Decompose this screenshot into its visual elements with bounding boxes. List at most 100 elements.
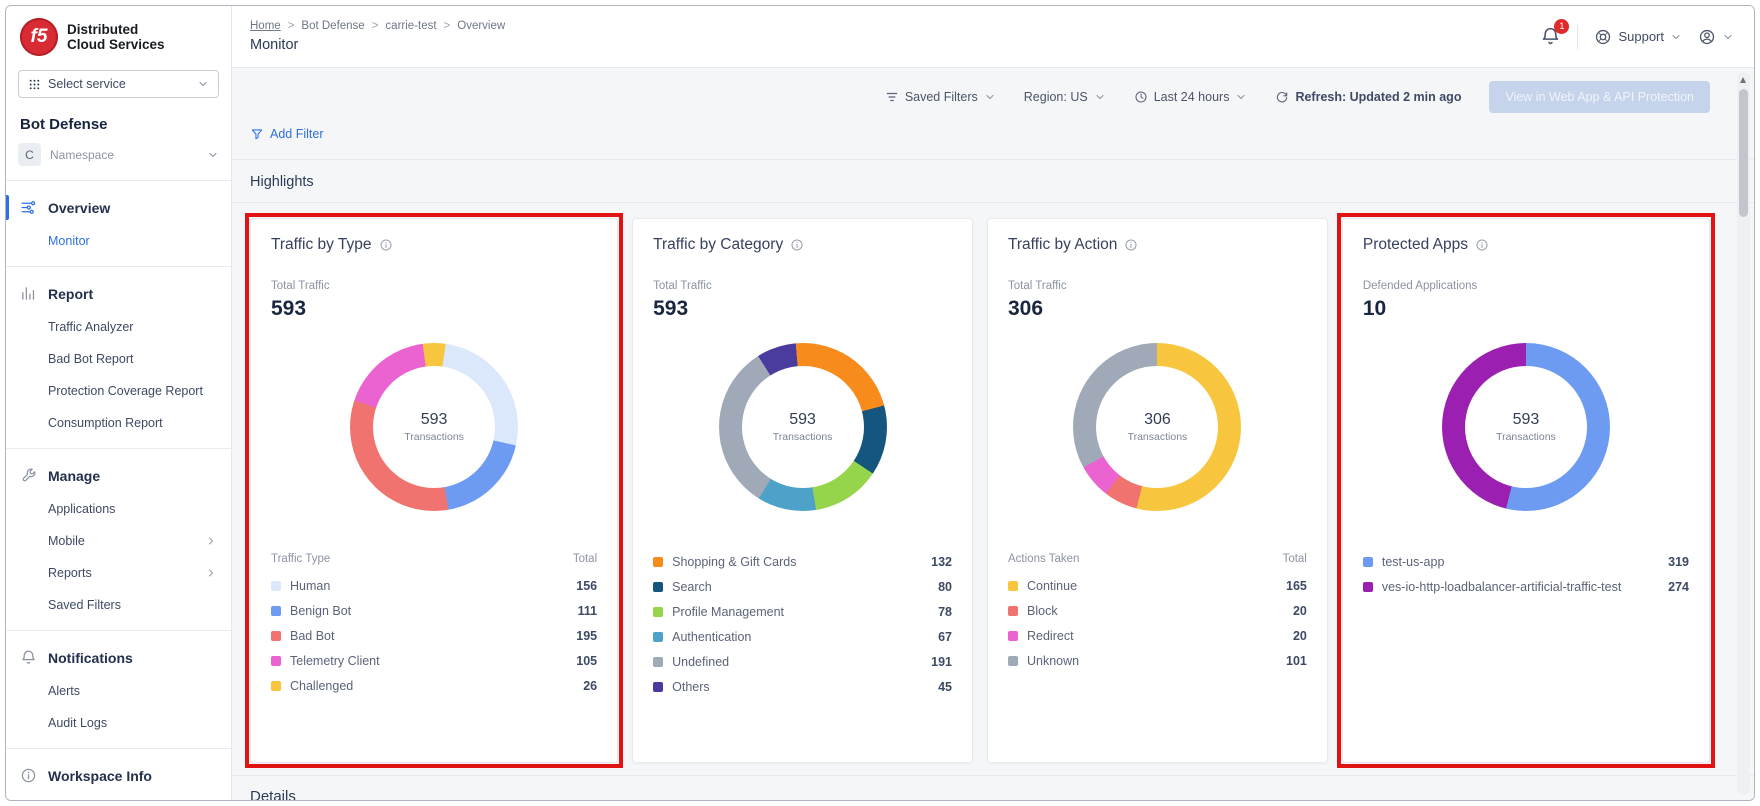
legend-label: Others	[672, 680, 929, 694]
account-menu[interactable]	[1698, 28, 1734, 46]
scrollbar-thumb[interactable]	[1739, 89, 1748, 217]
info-icon[interactable]	[1124, 238, 1138, 252]
legend-swatch	[1363, 582, 1373, 592]
legend-value: 111	[578, 604, 597, 618]
card-stat: Total Traffic 593	[653, 280, 952, 321]
sidebar-item-report[interactable]: Report	[6, 276, 231, 311]
brand-name: Distributed Cloud Services	[67, 22, 165, 52]
refresh-label: Refresh: Updated 2 min ago	[1295, 90, 1461, 104]
highlights-cards: Traffic by Type Total Traffic 593 593 Tr…	[232, 203, 1754, 775]
vertical-scrollbar[interactable]	[1737, 72, 1750, 795]
sidebar-item-manage[interactable]: Manage	[6, 458, 231, 493]
sidebar-item-consumption-report[interactable]: Consumption Report	[6, 407, 231, 439]
donut-chart[interactable]: 306 Transactions	[1073, 343, 1241, 511]
legend-item[interactable]: Search80	[653, 574, 952, 599]
legend-header-right: Total	[1283, 553, 1307, 565]
sidebar-item-label: Saved Filters	[48, 597, 121, 613]
legend-label: ves-io-http-loadbalancer-artificial-traf…	[1382, 580, 1659, 594]
clock-icon	[1134, 90, 1148, 104]
top-right-menu: 1 Support	[1540, 25, 1734, 49]
legend-item[interactable]: Benign Bot 111	[271, 598, 597, 623]
donut-center-label: Transactions	[404, 431, 464, 443]
legend-item[interactable]: Redirect 20	[1008, 623, 1307, 648]
select-service-dropdown[interactable]: Select service	[18, 70, 219, 98]
sidebar-item-reports[interactable]: Reports	[6, 557, 231, 589]
sidebar-item-alerts[interactable]: Alerts	[6, 675, 231, 707]
breadcrumb-item[interactable]: Home	[250, 20, 281, 32]
legend-item[interactable]: Undefined191	[653, 649, 952, 674]
sidebar-item-protection-coverage-report[interactable]: Protection Coverage Report	[6, 375, 231, 407]
chevron-down-icon	[1094, 91, 1106, 103]
sidebar-item-mobile[interactable]: Mobile	[6, 525, 231, 557]
refresh-button[interactable]: Refresh: Updated 2 min ago	[1275, 90, 1461, 104]
donut-chart[interactable]: 593 Transactions	[1442, 343, 1610, 511]
info-icon[interactable]	[1475, 238, 1489, 252]
overview-icon	[20, 199, 37, 216]
sidebar-item-about[interactable]: About	[6, 793, 231, 800]
donut-center-label: Transactions	[1496, 431, 1556, 443]
add-filter-button[interactable]: Add Filter	[250, 127, 324, 141]
nav-section-report: ReportTraffic AnalyzerBad Bot ReportProt…	[6, 266, 231, 448]
sidebar-item-monitor[interactable]: Monitor	[6, 225, 231, 257]
legend-item[interactable]: Others45	[653, 674, 952, 699]
sidebar-item-overview[interactable]: Overview	[6, 190, 231, 225]
sidebar-item-audit-logs[interactable]: Audit Logs	[6, 707, 231, 739]
manage-icon	[20, 467, 37, 484]
sidebar-item-label: Reports	[48, 565, 92, 581]
legend-item[interactable]: Human156	[271, 573, 597, 598]
legend-item[interactable]: ves-io-http-loadbalancer-artificial-traf…	[1363, 574, 1689, 599]
filter-lines-icon	[885, 90, 899, 104]
info-icon[interactable]	[790, 238, 804, 252]
legend-item[interactable]: Shopping & Gift Cards132	[653, 549, 952, 574]
legend-value: 132	[931, 555, 952, 569]
region-dropdown[interactable]: Region: US	[1024, 90, 1106, 104]
legend-item[interactable]: test-us-app319	[1363, 549, 1689, 574]
legend-item[interactable]: Unknown101	[1008, 648, 1307, 673]
divider	[1577, 25, 1578, 49]
legend-item[interactable]: Block20	[1008, 598, 1307, 623]
donut-chart[interactable]: 593 Transactions	[350, 343, 518, 511]
legend-label: Benign Bot	[290, 604, 569, 618]
scroll-up-arrow[interactable]	[1740, 77, 1746, 83]
chevron-down-icon	[197, 78, 209, 90]
sidebar-item-traffic-analyzer[interactable]: Traffic Analyzer	[6, 311, 231, 343]
details-label: Details	[250, 787, 1736, 800]
view-in-waap-button[interactable]: View in Web App & API Protection	[1489, 81, 1710, 113]
sidebar-item-bad-bot-report[interactable]: Bad Bot Report	[6, 343, 231, 375]
legend-header-left: Traffic Type	[271, 553, 330, 565]
sidebar-item-label: Overview	[48, 200, 110, 216]
sidebar-item-notifications[interactable]: Notifications	[6, 640, 231, 675]
report-icon	[20, 285, 37, 302]
legend-label: Redirect	[1027, 629, 1284, 643]
namespace-selector[interactable]: C Namespace	[18, 143, 219, 166]
legend-item[interactable]: Authentication67	[653, 624, 952, 649]
legend-item[interactable]: Continue165	[1008, 573, 1307, 598]
legend-swatch	[271, 581, 281, 591]
legend-item[interactable]: Profile Management78	[653, 599, 952, 624]
info-icon[interactable]	[379, 238, 393, 252]
breadcrumb-item[interactable]: Bot Defense	[301, 20, 364, 32]
legend-label: Unknown	[1027, 654, 1277, 668]
legend-item[interactable]: Challenged26	[271, 673, 597, 698]
saved-filters-dropdown[interactable]: Saved Filters	[885, 90, 996, 104]
legend-value: 20	[1293, 629, 1307, 643]
sidebar-item-label: Monitor	[48, 233, 90, 249]
legend-item[interactable]: Telemetry Client105	[271, 648, 597, 673]
saved-filters-label: Saved Filters	[905, 90, 978, 104]
support-menu[interactable]: Support	[1594, 28, 1682, 46]
time-range-dropdown[interactable]: Last 24 hours	[1134, 90, 1248, 104]
notifications-bell-button[interactable]: 1	[1540, 26, 1561, 47]
time-range-label: Last 24 hours	[1154, 90, 1230, 104]
sidebar-item-applications[interactable]: Applications	[6, 493, 231, 525]
sidebar-item-label: Applications	[48, 501, 115, 517]
breadcrumb-item[interactable]: carrie-test	[385, 20, 436, 32]
donut-chart[interactable]: 593 Transactions	[719, 343, 887, 511]
donut-center-label: Transactions	[773, 431, 833, 443]
legend-swatch	[271, 656, 281, 666]
sidebar-item-workspace-info[interactable]: Workspace Info	[6, 758, 231, 793]
sidebar-item-saved-filters[interactable]: Saved Filters	[6, 589, 231, 621]
legend-swatch	[1008, 581, 1018, 591]
stat-label: Defended Applications	[1363, 280, 1689, 292]
legend-item[interactable]: Bad Bot195	[271, 623, 597, 648]
legend-value: 191	[931, 655, 952, 669]
